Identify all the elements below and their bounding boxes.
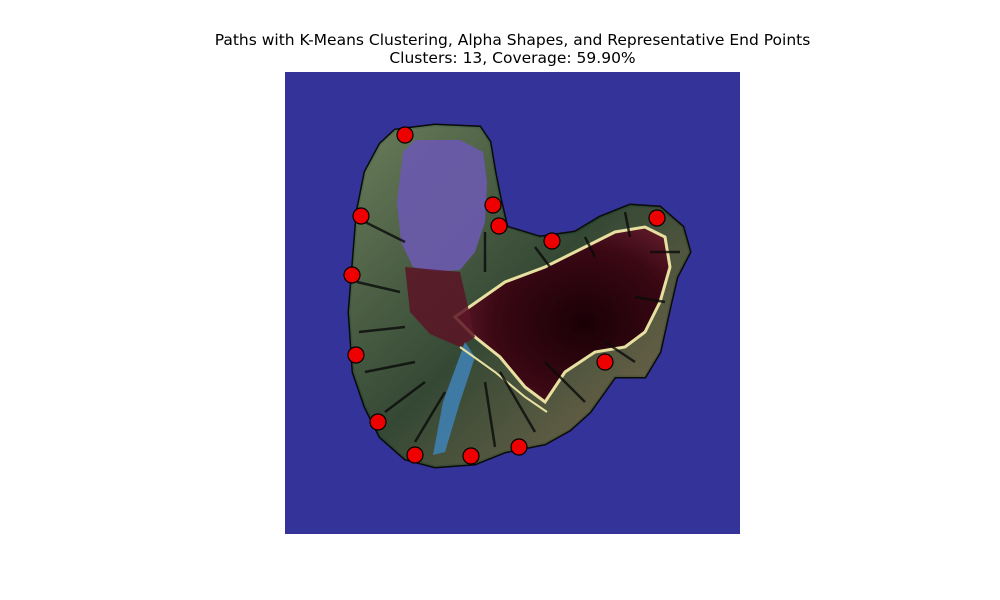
end-point-marker-9 [484, 196, 502, 214]
end-point-marker-2 [352, 207, 370, 225]
end-point-marker-11 [543, 232, 561, 250]
end-point-marker-7 [462, 447, 480, 465]
chart-subtitle: Clusters: 13, Coverage: 59.90% [389, 49, 636, 67]
end-point-marker-4 [347, 346, 365, 364]
plot-area [285, 72, 740, 534]
end-point-marker-3 [343, 266, 361, 284]
end-point-marker-1 [396, 126, 414, 144]
chart-title: Paths with K-Means Clustering, Alpha Sha… [214, 31, 811, 49]
lavender-region [397, 140, 487, 272]
end-point-marker-13 [596, 353, 614, 371]
end-point-marker-8 [510, 438, 528, 456]
end-point-marker-6 [406, 446, 424, 464]
end-point-marker-12 [648, 209, 666, 227]
end-point-marker-5 [369, 413, 387, 431]
end-point-marker-10 [490, 217, 508, 235]
